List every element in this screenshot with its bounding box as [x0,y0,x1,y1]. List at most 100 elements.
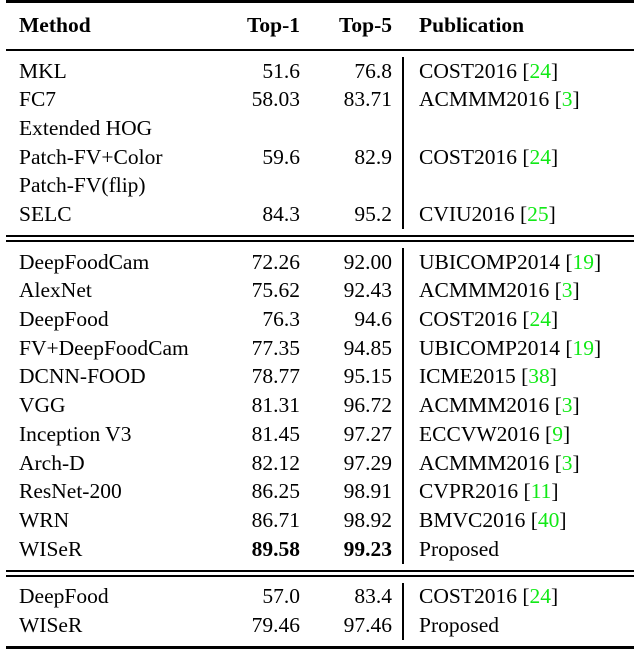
citation-bracket-open: [ [522,58,530,83]
cell-top5 [310,114,402,143]
table-rule [6,45,634,57]
citation-bracket-open: [ [545,421,553,446]
citation-reference-link[interactable]: 3 [562,280,573,302]
column-divider-rule [402,362,404,392]
citation-reference-link[interactable]: 24 [530,586,552,608]
citation-bracket-close: ] [551,144,559,169]
table-row: SELC 84.3 95.2 CVIU2016 [25] [6,200,634,230]
citation-reference-link[interactable]: 3 [562,452,573,475]
citation-reference-link[interactable]: 24 [530,309,552,331]
column-header-publication: Publication [419,13,525,38]
table-row: WISeR 79.46 97.46 Proposed [6,611,634,641]
column-divider-rule [402,391,404,421]
citation-reference-link[interactable]: 19 [573,337,595,360]
cell-publication: ACMMM2016 [3] [402,277,634,306]
cell-top1: 76.3 [262,307,300,332]
cell-publication: COST2016 [24] [402,57,634,86]
citation-reference-link[interactable]: 11 [531,481,552,503]
cell-publication [402,172,634,201]
cell-publication: COST2016 [24] [402,583,634,612]
citation-bracket-close: ] [551,307,559,332]
citation-bracket-open: [ [519,202,528,227]
citation-reference-link[interactable]: 40 [538,509,560,532]
cell-publication: BMVC2016 [40] [402,506,634,535]
results-table-container: Method Top-1 Top-5 Publication MKL 51.6 76.8 CO… [0,0,640,649]
cell-publication: UBICOMP2014 [19] [402,334,634,363]
table-row: DeepFoodCam 72.26 92.00 UBICOMP2014 [19] [6,248,634,277]
cell-top1 [228,114,310,143]
cell-method: DeepFood [19,584,109,609]
cell-method: VGG [19,393,66,418]
cell-top1: 81.45 [251,421,300,446]
cell-top5: 95.15 [343,364,392,389]
publication-venue: COST2016 [419,58,517,83]
cell-top1: 77.35 [251,335,300,360]
column-divider-rule [402,143,404,172]
table-row: AlexNet 75.62 92.43 ACMMM2016 [3] [6,276,634,306]
table-row: DCNN-FOOD 78.77 95.15 ICME2015 [38] [6,362,634,392]
citation-bracket-close: ] [572,393,580,418]
table-row: Inception V3 81.45 97.27 ECCVW2016 [9] [6,420,634,449]
citation-bracket-close: ] [572,450,580,475]
citation-bracket-close: ] [594,335,602,360]
cell-top5: 95.2 [354,202,392,227]
table-rule [6,0,634,7]
cell-top1: 51.6 [262,58,300,83]
cell-top5: 92.00 [343,249,392,274]
publication-venue: BMVC2016 [419,507,526,532]
publication-venue: COST2016 [419,144,517,169]
citation-bracket-close: ] [562,421,571,446]
table-row: Arch-D 82.12 97.29 ACMMM2016 [3] [6,448,634,478]
cell-top1: 79.46 [251,612,300,637]
citation-reference-link[interactable]: 19 [573,251,595,274]
cell-method: MKL [19,58,67,83]
citation-reference-link[interactable]: 3 [562,395,573,417]
citation-bracket-open: [ [522,307,530,332]
cell-top5: 98.91 [343,479,392,504]
cell-top1: 81.31 [251,393,300,418]
table-row: DeepFood 57.0 83.4 COST2016 [24] [6,582,634,612]
cell-top5: 97.29 [343,450,392,475]
cell-method: DeepFoodCam [19,249,150,274]
column-divider-rule [402,171,404,201]
column-divider-rule [402,85,404,115]
cell-top5: 76.8 [354,58,392,83]
citation-bracket-close: ] [572,278,580,303]
cell-top1: 86.71 [251,507,300,532]
column-header-top5: Top-5 [339,13,392,38]
cell-publication: CVPR2016 [11] [402,478,634,507]
citation-bracket-open: [ [554,450,562,475]
cell-method: WISeR [19,536,83,561]
table-row: WISeR 89.58 99.23 Proposed [6,535,634,564]
table-row: Extended HOG [6,114,634,144]
column-divider-rule [402,506,404,535]
citation-bracket-close: ] [551,584,559,609]
citation-reference-link[interactable]: 25 [527,204,549,226]
cell-top1: 72.26 [251,249,300,274]
citation-bracket-close: ] [572,87,580,112]
publication-venue: COST2016 [419,307,517,332]
citation-reference-link[interactable]: 38 [528,366,550,388]
cell-publication: CVIU2016 [25] [402,200,634,229]
publication-venue: ECCVW2016 [419,421,540,446]
cell-method: WISeR [19,612,83,637]
cell-top1 [228,172,310,201]
publication-venue: CVIU2016 [419,202,515,227]
citation-reference-link[interactable]: 24 [530,146,552,169]
table-row: DeepFood 76.3 94.6 COST2016 [24] [6,305,634,335]
citation-reference-link[interactable]: 24 [530,60,552,83]
citation-reference-link[interactable]: 3 [562,89,573,111]
citation-reference-link[interactable]: 9 [552,423,563,446]
cell-method: Patch-FV+Color [19,144,163,169]
cell-top1: 75.62 [251,278,300,303]
column-divider-rule [402,582,404,612]
cell-top5: 97.27 [343,421,392,446]
table-rule [6,229,634,248]
citation-bracket-open: [ [523,479,531,504]
publication-venue: ICME2015 [419,364,516,389]
column-divider-rule [402,305,404,335]
cell-top5: 94.6 [354,307,392,332]
cell-top1: 59.6 [262,144,300,169]
publication-venue: ACMMM2016 [419,450,550,475]
column-divider-rule [402,276,404,306]
